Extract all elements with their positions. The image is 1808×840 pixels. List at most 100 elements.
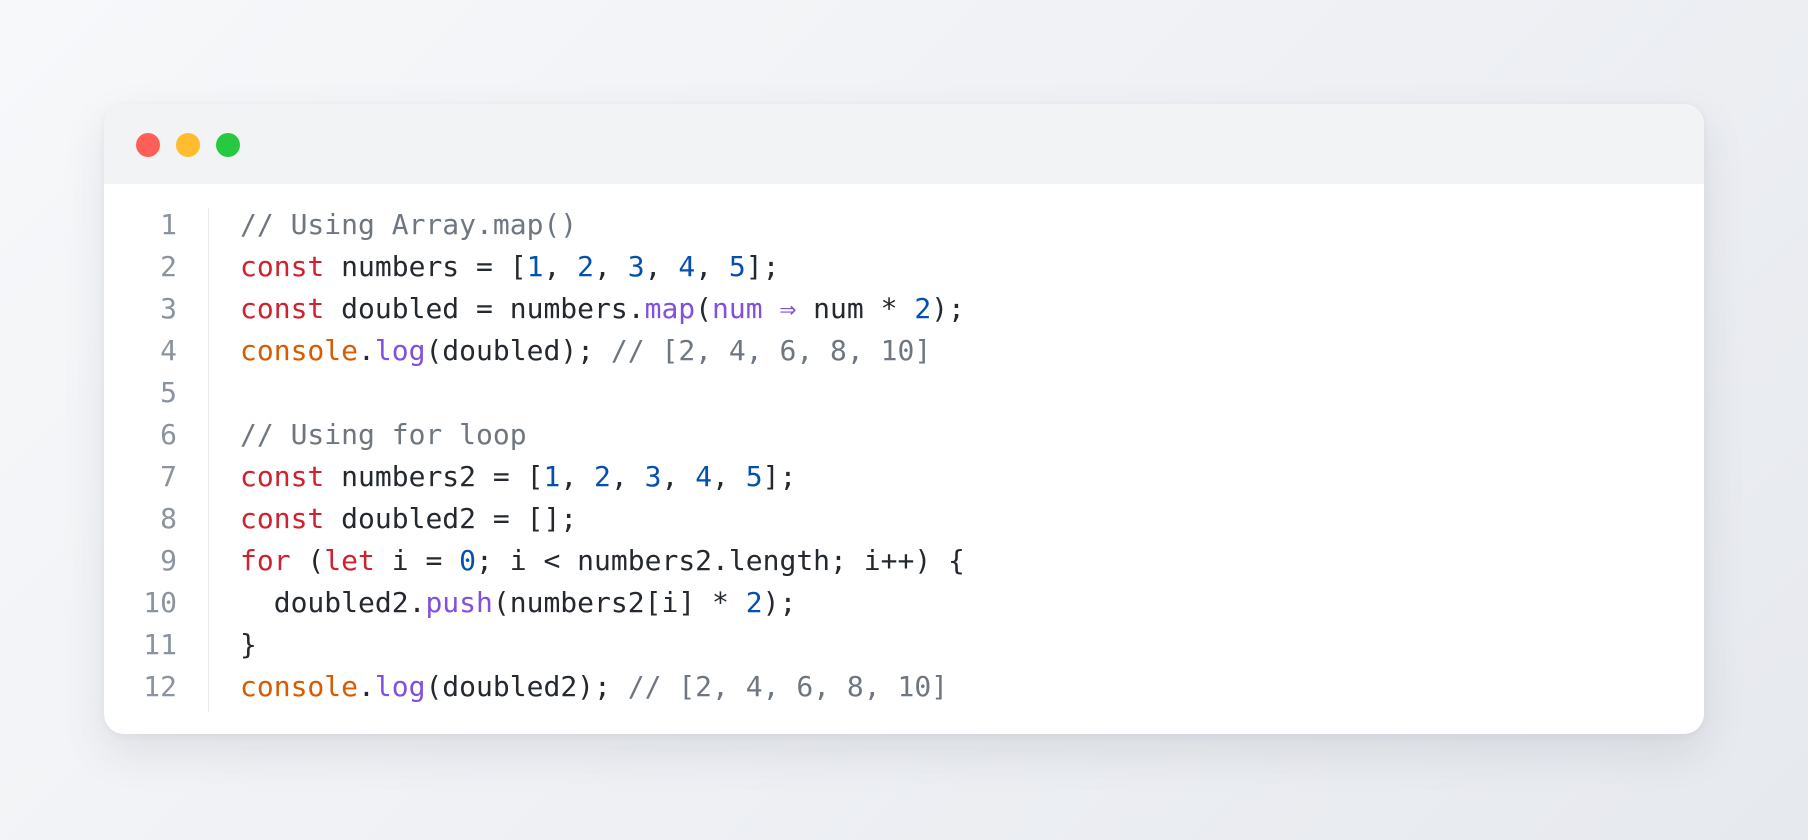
code-token-keyword: for bbox=[240, 544, 291, 577]
code-token-comment: // [2, 4, 6, 8, 10] bbox=[610, 334, 932, 367]
code-token-number: 1 bbox=[543, 460, 561, 493]
code-token-plain: , bbox=[712, 460, 746, 493]
line-code: const numbers = [1, 2, 3, 4, 5]; bbox=[240, 246, 779, 288]
code-token-plain: doubled2 = []; bbox=[324, 502, 578, 535]
code-line: 9 for (let i = 0; i < numbers2.length; i+… bbox=[104, 540, 1704, 582]
line-code: // Using Array.map() bbox=[240, 204, 577, 246]
code-token-func: map bbox=[644, 292, 696, 325]
code-token-number: 3 bbox=[627, 250, 645, 283]
code-token-plain: (doubled2); bbox=[425, 670, 628, 703]
code-token-plain: } bbox=[240, 628, 257, 661]
code-line: 7 const numbers2 = [1, 2, 3, 4, 5]; bbox=[104, 456, 1704, 498]
code-token-param: num bbox=[712, 292, 763, 325]
code-editor: 1// Using Array.map() 2 const numbers = [1… bbox=[104, 184, 1704, 712]
code-token-func: push bbox=[425, 586, 493, 619]
line-number: 7 bbox=[160, 460, 177, 493]
code-token-plain: , bbox=[695, 250, 729, 283]
code-token-plain: i = bbox=[374, 544, 460, 577]
code-token-number: 2 bbox=[577, 250, 595, 283]
code-token-plain: ( bbox=[290, 544, 325, 577]
line-code: // Using for loop bbox=[240, 414, 527, 456]
code-token-comment: // [2, 4, 6, 8, 10] bbox=[627, 670, 949, 703]
code-window: 1// Using Array.map() 2 const numbers = [1… bbox=[104, 104, 1704, 734]
code-lines: 1// Using Array.map() 2 const numbers = [1… bbox=[104, 204, 1704, 708]
line-code: const doubled2 = []; bbox=[240, 498, 577, 540]
code-token-plain: ]; bbox=[762, 460, 797, 493]
line-code: doubled2.push(numbers2[i] * 2); bbox=[240, 582, 797, 624]
code-token-plain: , bbox=[543, 250, 578, 283]
code-token-plain: num * bbox=[796, 292, 915, 325]
code-token-number: 2 bbox=[745, 586, 763, 619]
code-token-keyword: let bbox=[324, 544, 375, 577]
code-token-plain: , bbox=[661, 460, 696, 493]
code-token-plain: numbers = [ bbox=[324, 250, 527, 283]
line-number: 6 bbox=[160, 418, 177, 451]
line-number: 2 bbox=[160, 250, 177, 283]
code-token-number: 5 bbox=[728, 250, 746, 283]
code-token-arrow: ⇒ bbox=[779, 292, 797, 325]
code-token-keyword: const bbox=[240, 292, 325, 325]
code-token-comment: // Using Array.map() bbox=[240, 208, 578, 241]
code-token-number: 2 bbox=[914, 292, 932, 325]
line-number: 4 bbox=[160, 334, 177, 367]
code-token-func: log bbox=[374, 334, 426, 367]
code-token-plain: doubled2. bbox=[240, 586, 426, 619]
code-token-plain: , bbox=[594, 250, 628, 283]
code-token-plain: (numbers2[i] * bbox=[492, 586, 746, 619]
code-line: 6 // Using for loop bbox=[104, 414, 1704, 456]
code-token-plain: ( bbox=[695, 292, 713, 325]
code-token-number: 4 bbox=[678, 250, 696, 283]
line-number: 11 bbox=[143, 628, 177, 661]
code-token-keyword: const bbox=[240, 250, 325, 283]
line-number: 9 bbox=[160, 544, 177, 577]
line-number: 10 bbox=[143, 586, 177, 619]
code-token-plain: , bbox=[560, 460, 595, 493]
code-token-plain: , bbox=[644, 250, 679, 283]
window-titlebar bbox=[104, 104, 1704, 184]
line-number: 12 bbox=[143, 670, 177, 703]
close-dot-icon[interactable] bbox=[136, 133, 160, 157]
line-code: const doubled = numbers.map(num ⇒ num * … bbox=[240, 288, 965, 330]
code-token-plain: numbers2 = [ bbox=[324, 460, 544, 493]
code-line: 8 const doubled2 = []; bbox=[104, 498, 1704, 540]
code-token-plain: ]; bbox=[745, 250, 780, 283]
code-token-number: 0 bbox=[459, 544, 477, 577]
code-line: 5 bbox=[104, 372, 1704, 414]
code-token-number: 2 bbox=[594, 460, 611, 493]
code-token-number: 1 bbox=[526, 250, 544, 283]
code-token-builtin: console bbox=[240, 334, 359, 367]
code-token-comment: // Using for loop bbox=[240, 418, 527, 451]
line-code: } bbox=[240, 624, 257, 666]
line-number: 3 bbox=[160, 292, 177, 325]
code-token-plain: ); bbox=[762, 586, 797, 619]
line-number: 1 bbox=[160, 208, 177, 241]
code-line: 4 console.log(doubled); // [2, 4, 6, 8, 1… bbox=[104, 330, 1704, 372]
code-token-number: 3 bbox=[644, 460, 662, 493]
code-token-plain: . bbox=[358, 334, 375, 367]
code-token-plain: ; i < numbers2.length; i++) { bbox=[476, 544, 965, 577]
code-token-number: 4 bbox=[695, 460, 713, 493]
code-line: 12 console.log(doubled2); // [2, 4, 6, 8,… bbox=[104, 666, 1704, 708]
code-token-plain: (doubled); bbox=[425, 334, 611, 367]
code-line: 2 const numbers = [1, 2, 3, 4, 5]; bbox=[104, 246, 1704, 288]
minimize-dot-icon[interactable] bbox=[176, 133, 200, 157]
code-token-plain: , bbox=[610, 460, 645, 493]
code-line: 1 // Using Array.map() bbox=[104, 204, 1704, 246]
line-code: console.log(doubled2); // [2, 4, 6, 8, 1… bbox=[240, 666, 948, 708]
maximize-dot-icon[interactable] bbox=[216, 133, 240, 157]
line-code: for (let i = 0; i < numbers2.length; i++… bbox=[240, 540, 965, 582]
code-token-keyword: const bbox=[240, 460, 325, 493]
line-code: console.log(doubled); // [2, 4, 6, 8, 10… bbox=[240, 330, 931, 372]
code-line: 11} bbox=[104, 624, 1704, 666]
code-line: 10 doubled2.push(numbers2[i] * 2); bbox=[104, 582, 1704, 624]
line-code: const numbers2 = [1, 2, 3, 4, 5]; bbox=[240, 456, 796, 498]
code-token-plain: doubled = numbers. bbox=[324, 292, 645, 325]
code-token-plain: . bbox=[358, 670, 375, 703]
code-token-func: log bbox=[374, 670, 426, 703]
code-token-keyword: const bbox=[240, 502, 325, 535]
code-token-builtin: console bbox=[240, 670, 359, 703]
code-line: 3 const doubled = numbers.map(num ⇒ num *… bbox=[104, 288, 1704, 330]
line-number: 5 bbox=[160, 376, 177, 409]
code-token-plain: ); bbox=[931, 292, 965, 325]
